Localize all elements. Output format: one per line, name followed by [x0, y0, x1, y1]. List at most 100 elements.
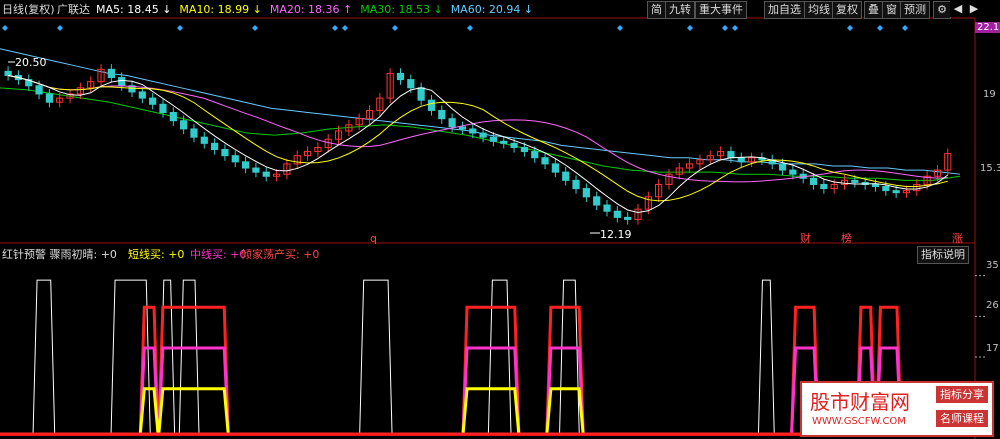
candle-body: [4, 70, 12, 76]
watermark-share-button[interactable]: 指标分享: [936, 386, 988, 403]
candle-body: [603, 204, 611, 212]
candle-body: [551, 163, 559, 173]
candle-body: [407, 79, 415, 89]
candle-body: [190, 128, 198, 138]
indicator-短线买-pulse: [32, 279, 56, 435]
candle-body: [396, 72, 405, 81]
candle-body: [510, 142, 518, 148]
event-diamond-icon: [342, 25, 348, 31]
candle-body: [438, 109, 446, 120]
indicator-倾家荡产买-pulse: [157, 305, 230, 435]
candle-body: [180, 120, 188, 130]
candle-body: [562, 171, 570, 181]
candle-body: [737, 157, 745, 163]
zhang-marker: 涨: [952, 232, 963, 245]
settings-icon[interactable]: ⚙: [933, 1, 951, 19]
collapse-icon[interactable]: ◀: [950, 1, 966, 17]
candle-body: [489, 136, 498, 142]
candle-body: [118, 77, 126, 87]
toolbar-button[interactable]: 均线: [804, 1, 834, 19]
candle-body: [252, 167, 260, 173]
candle-body: [469, 128, 477, 134]
candle-body: [35, 85, 43, 95]
candle-body: [871, 183, 880, 188]
candle-body: [500, 140, 508, 144]
event-diamond-icon: [2, 25, 8, 31]
candle-body: [200, 136, 208, 144]
candle-body: [820, 183, 828, 190]
cai-marker: 财: [800, 232, 811, 245]
low-annotation: 12.19: [600, 228, 632, 241]
indicator-explain-button[interactable]: 指标说明: [917, 246, 969, 264]
candle-body: [582, 188, 590, 198]
toolbar-button[interactable]: 重大事件: [695, 1, 747, 19]
candle-body: [624, 216, 632, 220]
candle-body: [809, 177, 818, 185]
watermark-url: WWW.GSCFW.COM: [812, 416, 906, 427]
candle-body: [613, 210, 621, 218]
event-diamond-icon: [732, 25, 738, 31]
candle-body: [262, 171, 270, 177]
event-diamond-icon: [877, 25, 883, 31]
indicator-骤雨初晴-pulse: [157, 387, 230, 435]
price-chart[interactable]: [0, 0, 1000, 439]
toolbar-button[interactable]: 窗: [882, 1, 901, 19]
candle-body: [572, 179, 580, 190]
ma-legend-item: MA5: 18.45 ↓: [96, 3, 172, 16]
stock-name: 广联达: [57, 3, 90, 16]
toolbar-button[interactable]: 预测: [900, 1, 930, 19]
candle-body: [851, 179, 859, 183]
candle-body: [221, 149, 229, 157]
candle-body: [159, 103, 167, 113]
ma-legend-item: MA20: 18.36 ↑: [269, 3, 353, 16]
candle-body: [169, 111, 177, 122]
ma-legend-item: MA30: 18.53 ↓: [360, 3, 443, 16]
toolbar-button[interactable]: 加自选: [764, 1, 805, 19]
event-diamond-icon: [392, 25, 398, 31]
candle-body: [417, 87, 425, 101]
candle-body: [789, 169, 797, 175]
candle-body: [45, 93, 53, 103]
candle-body: [211, 142, 219, 151]
candle-body: [448, 118, 456, 128]
event-diamond-icon: [57, 25, 63, 31]
toolbar-button[interactable]: 叠: [864, 1, 883, 19]
watermark-course-button[interactable]: 名师课程: [936, 410, 988, 427]
indicator-short: 短线买: +0: [128, 248, 185, 261]
indicator-短线买-pulse: [559, 279, 580, 435]
ma20-line: [8, 74, 948, 183]
q-marker: q: [370, 232, 377, 245]
toolbar-button[interactable]: 复权: [832, 1, 862, 19]
toolbar-button[interactable]: 九转: [665, 1, 695, 19]
candle-body: [593, 196, 601, 206]
high-annotation: 20.50: [15, 56, 47, 69]
indicator-骤雨初晴-pulse: [545, 387, 585, 435]
indicator-短线买-pulse: [178, 279, 200, 435]
candle-body: [778, 163, 787, 171]
candle-body: [149, 97, 157, 105]
candle-body: [531, 151, 539, 159]
candle-body: [541, 157, 549, 165]
indicator-axis-tick: 26: [986, 300, 999, 311]
price-axis-tick: 15.3: [980, 163, 1000, 174]
event-diamond-icon: [687, 25, 693, 31]
candle-body: [882, 186, 890, 192]
indicator-dump: 倾家荡产买: +0: [241, 248, 320, 261]
event-diamond-icon: [177, 25, 183, 31]
indicator-中线买-pulse: [157, 346, 230, 435]
event-diamond-icon: [332, 25, 338, 31]
toolbar-button[interactable]: 简: [647, 1, 666, 19]
watermark: 股市财富网 WWW.GSCFW.COM 指标分享 名师课程: [800, 381, 994, 437]
indicator-axis-tick: 35: [986, 260, 999, 271]
event-diamond-icon: [252, 25, 258, 31]
expand-icon[interactable]: ▶: [966, 1, 982, 17]
candle-body: [427, 99, 436, 111]
candle-body: [138, 91, 146, 99]
candle-body: [520, 146, 528, 153]
indicator-短线买-pulse: [757, 279, 775, 435]
indicator-title: 红针预警 骤雨初晴: +0: [2, 248, 117, 261]
event-diamond-icon: [617, 25, 623, 31]
candle-body: [242, 161, 250, 169]
period-label: 日线(复权): [2, 3, 55, 16]
event-diamond-icon: [722, 25, 728, 31]
